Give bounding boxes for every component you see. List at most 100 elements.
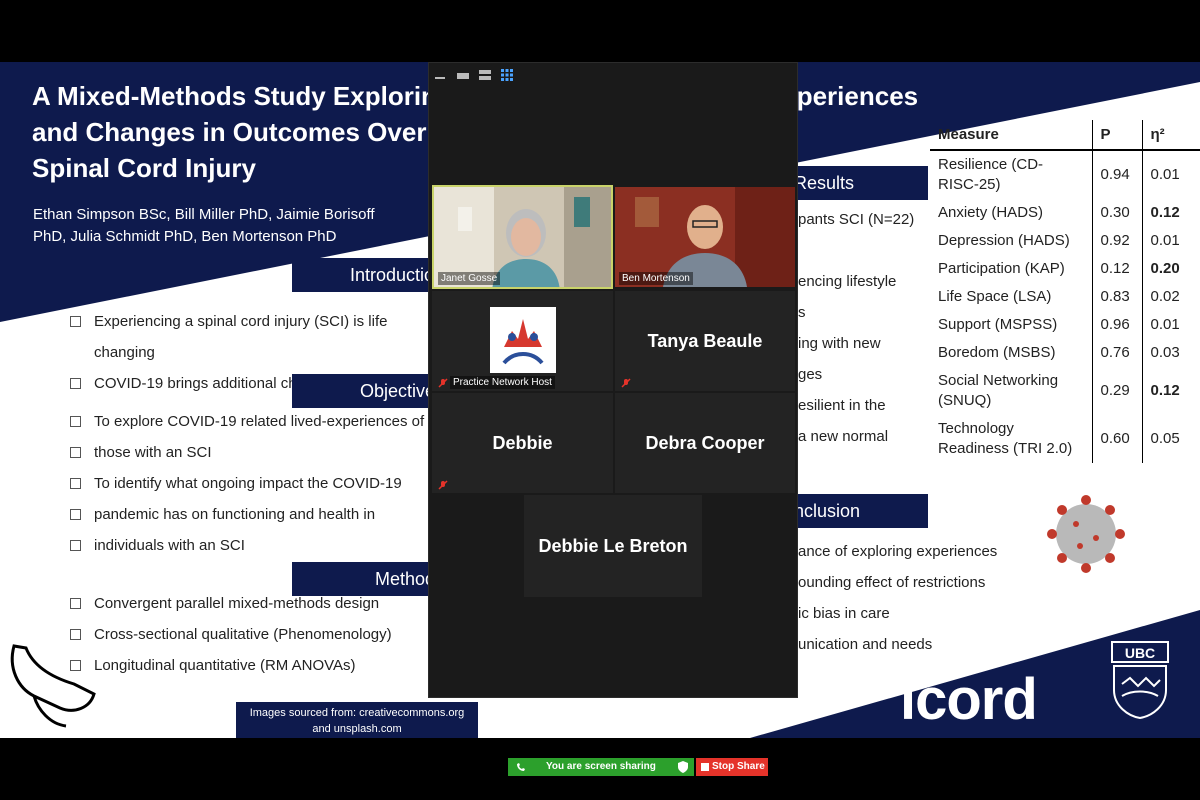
eta-squared-cell: 0.02 bbox=[1141, 283, 1200, 311]
p-value-cell: 0.76 bbox=[1091, 339, 1142, 367]
participant-tile-tanya-beaule[interactable]: Tanya Beaule bbox=[615, 291, 795, 391]
speaker-view-icon[interactable] bbox=[457, 69, 469, 81]
list-item: To explore COVID-19 related lived-experi… bbox=[68, 406, 448, 437]
icord-logo: icord bbox=[900, 667, 1038, 732]
list-item: those with an SCI bbox=[68, 437, 448, 468]
list-item: ges bbox=[798, 366, 823, 383]
minimize-view-icon[interactable] bbox=[435, 69, 445, 81]
eta-squared-cell: 0.20 bbox=[1141, 255, 1200, 283]
table-row: Support (MSPSS) 0.96 0.01 bbox=[930, 311, 1200, 339]
p-value-cell: 0.29 bbox=[1091, 367, 1142, 415]
strip-view-icon[interactable] bbox=[479, 69, 491, 81]
results-table-body: Resilience (CD-RISC-25) 0.94 0.01 Anxiety (… bbox=[930, 150, 1200, 463]
stop-share-button[interactable]: Stop Share bbox=[696, 758, 768, 776]
ubc-logo: UBC bbox=[1111, 641, 1169, 720]
slide-authors: Ethan Simpson BSc, Bill Miller PhD, Jaim… bbox=[33, 206, 375, 245]
eta-squared-cell: 0.01 bbox=[1141, 311, 1200, 339]
participant-tile-debra-cooper[interactable]: Debra Cooper bbox=[615, 393, 795, 493]
column-header-eta: η² bbox=[1141, 120, 1200, 151]
table-row: Life Space (LSA) 0.83 0.02 bbox=[930, 283, 1200, 311]
measure-cell: Social Networking (SNUQ) bbox=[938, 372, 1059, 409]
screen-share-bar: You are screen sharing Stop Share bbox=[508, 758, 768, 776]
eta-squared-cell: 0.01 bbox=[1141, 227, 1200, 255]
column-header-measure: Measure bbox=[930, 120, 1092, 151]
stop-share-label: Stop Share bbox=[712, 761, 765, 772]
table-row: Resilience (CD-RISC-25) 0.94 0.01 bbox=[930, 150, 1200, 199]
participant-name: Debra Cooper bbox=[645, 432, 765, 453]
list-item: esilient in the bbox=[798, 397, 886, 414]
eta-squared-cell: 0.12 bbox=[1141, 367, 1200, 415]
list-item: Cross-sectional qualitative (Phenomenolo… bbox=[68, 619, 448, 650]
view-toolbar bbox=[429, 63, 797, 85]
participant-name: Ben Mortenson bbox=[619, 272, 693, 285]
measure-cell: Support (MSPSS) bbox=[938, 316, 1058, 333]
participant-tile-janet-gosse[interactable]: Janet Gosse bbox=[432, 185, 613, 289]
results-header: Results bbox=[790, 166, 928, 200]
results-table: Measure P η² Resilience (CD-RISC-25) 0.94… bbox=[930, 120, 1200, 463]
methods-bullets: Convergent parallel mixed-methods design… bbox=[68, 588, 448, 681]
table-row: Participation (KAP) 0.12 0.20 bbox=[930, 255, 1200, 283]
zoom-gallery-window[interactable]: Janet Gosse Ben Mortenson Practice Netwo… bbox=[428, 62, 798, 698]
measure-cell: Technology Readiness (TRI 2.0) bbox=[938, 420, 1073, 457]
p-value-cell: 0.30 bbox=[1091, 199, 1142, 227]
stop-icon bbox=[701, 763, 709, 771]
p-value-cell: 0.12 bbox=[1091, 255, 1142, 283]
muted-mic-icon bbox=[438, 480, 448, 490]
participant-tile-practice-network-host[interactable]: Practice Network Host bbox=[432, 291, 613, 391]
list-item: pants SCI (N=22) bbox=[798, 211, 915, 228]
participant-tile-debbie-le-breton[interactable]: Debbie Le Breton bbox=[524, 495, 702, 597]
measure-cell: Life Space (LSA) bbox=[938, 288, 1052, 305]
participant-name: Janet Gosse bbox=[438, 272, 501, 285]
virus-image bbox=[1047, 495, 1125, 573]
eta-squared-cell: 0.03 bbox=[1141, 339, 1200, 367]
table-row: Depression (HADS) 0.92 0.01 bbox=[930, 227, 1200, 255]
screen-sharing-label: You are screen sharing bbox=[546, 761, 656, 772]
muted-mic-icon bbox=[621, 378, 631, 388]
eta-squared-cell: 0.05 bbox=[1141, 415, 1200, 463]
list-item: pandemic has on functioning and health i… bbox=[68, 499, 448, 530]
shield-icon bbox=[678, 761, 688, 773]
p-value-cell: 0.83 bbox=[1091, 283, 1142, 311]
table-row: Social Networking (SNUQ) 0.29 0.12 bbox=[930, 367, 1200, 415]
gallery-view-icon[interactable] bbox=[501, 69, 513, 81]
conclusion-header: nclusion bbox=[790, 494, 928, 528]
results-lines: pants SCI (N=22) encing lifestyle s ing … bbox=[798, 204, 938, 452]
list-item: Convergent parallel mixed-methods design bbox=[68, 588, 448, 619]
eta-squared-cell: 0.12 bbox=[1141, 199, 1200, 227]
measure-cell: Resilience (CD-RISC-25) bbox=[938, 156, 1044, 193]
list-item: s bbox=[798, 304, 806, 321]
list-item: Longitudinal quantitative (RM ANOVAs) bbox=[68, 650, 448, 681]
measure-cell: Participation (KAP) bbox=[938, 260, 1065, 277]
table-row: Technology Readiness (TRI 2.0) 0.60 0.05 bbox=[930, 415, 1200, 463]
table-header-row: Measure P η² bbox=[930, 120, 1200, 151]
list-item: ance of exploring experiences bbox=[798, 543, 998, 560]
objectives-bullets: To explore COVID-19 related lived-experi… bbox=[68, 406, 448, 561]
screen-sharing-status[interactable]: You are screen sharing bbox=[508, 758, 694, 776]
list-item: ounding effect of restrictions bbox=[798, 574, 986, 591]
participant-name: Practice Network Host bbox=[450, 376, 555, 389]
participant-name: Debbie bbox=[492, 432, 553, 453]
mask-drawing-image bbox=[10, 644, 96, 728]
column-header-p: P bbox=[1091, 120, 1142, 151]
muted-mic-icon bbox=[438, 378, 448, 388]
ubc-logo-text: UBC bbox=[1125, 645, 1155, 661]
participant-name: Tanya Beaule bbox=[647, 330, 763, 351]
table-row: Boredom (MSBS) 0.76 0.03 bbox=[930, 339, 1200, 367]
p-value-cell: 0.60 bbox=[1091, 415, 1142, 463]
list-item: unication and needs bbox=[798, 636, 933, 653]
eta-squared-cell: 0.01 bbox=[1141, 150, 1200, 199]
participant-tile-debbie[interactable]: Debbie bbox=[432, 393, 613, 493]
p-value-cell: 0.96 bbox=[1091, 311, 1142, 339]
list-item: Experiencing a spinal cord injury (SCI) … bbox=[68, 306, 448, 368]
list-item bbox=[798, 235, 938, 266]
list-item: individuals with an SCI bbox=[68, 530, 448, 561]
p-value-cell: 0.92 bbox=[1091, 227, 1142, 255]
measure-cell: Depression (HADS) bbox=[938, 232, 1070, 249]
image-credit: Images sourced from: creativecommons.org… bbox=[236, 702, 478, 738]
phone-icon bbox=[517, 763, 525, 771]
participant-tile-ben-mortenson[interactable]: Ben Mortenson bbox=[615, 187, 795, 287]
practice-network-logo-icon bbox=[490, 307, 556, 373]
table-row: Anxiety (HADS) 0.30 0.12 bbox=[930, 199, 1200, 227]
list-item: ic bias in care bbox=[798, 605, 890, 622]
list-item: ing with new bbox=[798, 335, 881, 352]
